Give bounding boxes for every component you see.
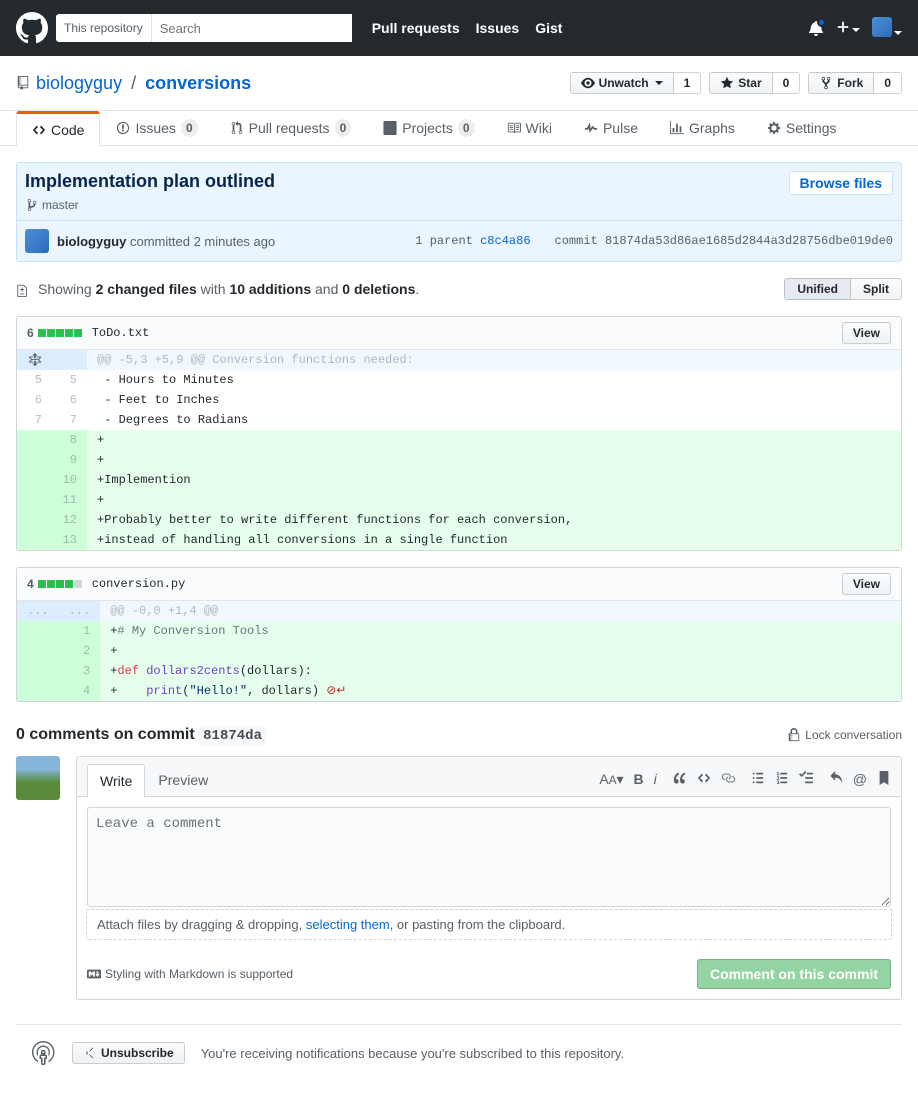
diff-summary: Showing 2 changed files with 10 addition… — [16, 278, 902, 300]
comment-form: Write Preview AA▾ B i — [16, 756, 902, 1000]
diff-line: 10+Implemention — [17, 470, 901, 490]
search-scope[interactable]: This repository — [56, 14, 152, 42]
header-search: This repository — [56, 14, 352, 42]
nav-pull-requests[interactable]: Pull requests — [372, 20, 460, 36]
user-menu[interactable] — [872, 17, 902, 40]
repo-icon — [16, 76, 30, 90]
comments-header: 0 comments on commit 81874da Lock conver… — [16, 726, 902, 744]
code-icon[interactable] — [697, 771, 711, 788]
file-name[interactable]: ToDo.txt — [92, 326, 150, 340]
commit-time: 2 minutes ago — [194, 234, 276, 249]
tab-issues[interactable]: Issues0 — [100, 111, 213, 145]
repo-owner-link[interactable]: biologyguy — [36, 73, 122, 93]
view-unified-button[interactable]: Unified — [784, 278, 851, 300]
bookmark-icon[interactable] — [877, 771, 891, 788]
text-size-icon[interactable]: AA▾ — [599, 771, 623, 788]
comment-tab-write[interactable]: Write — [87, 764, 145, 797]
create-new-icon[interactable] — [836, 20, 860, 37]
view-file-button[interactable]: View — [842, 573, 891, 595]
commit-summary: Implementation plan outlined master Brow… — [16, 162, 902, 262]
nav-gist[interactable]: Gist — [535, 20, 562, 36]
stars-count[interactable]: 0 — [773, 72, 801, 94]
repo-separator: / — [131, 73, 136, 93]
broadcast-icon — [32, 1041, 56, 1065]
italic-icon[interactable]: i — [654, 771, 657, 788]
mention-icon[interactable]: @ — [853, 771, 867, 788]
unsubscribe-button[interactable]: Unsubscribe — [72, 1042, 185, 1064]
view-split-button[interactable]: Split — [851, 278, 902, 300]
diff-icon — [16, 283, 30, 297]
subscription-text: You're receiving notifications because y… — [201, 1046, 624, 1061]
numbered-list-icon[interactable] — [775, 771, 789, 788]
comment-tab-preview[interactable]: Preview — [145, 763, 221, 796]
diff-table: @@ -5,3 +5,9 @@ Conversion functions nee… — [17, 350, 901, 550]
markdown-hint[interactable]: Styling with Markdown is supported — [87, 967, 293, 981]
nav-issues[interactable]: Issues — [476, 20, 520, 36]
link-icon[interactable] — [721, 771, 735, 788]
diff-file: 4 conversion.py View ......@@ -0,0 +1,4 … — [16, 567, 902, 702]
tab-settings[interactable]: Settings — [751, 111, 853, 145]
bullet-list-icon[interactable] — [751, 771, 765, 788]
repo-tabs: Code Issues0 Pull requests0 Projects0 Wi… — [0, 111, 918, 146]
commit-sha: commit 81874da53d86ae1685d2844a3d28756db… — [555, 234, 893, 248]
view-file-button[interactable]: View — [842, 322, 891, 344]
diff-file: 6 ToDo.txt View @@ -5,3 +5,9 @@ Conversi… — [16, 316, 902, 551]
github-logo-icon[interactable] — [16, 12, 48, 44]
diff-line: 4+ print("Hello!", dollars) ⊘↵ — [17, 681, 901, 701]
diff-line: 12+Probably better to write different fu… — [17, 510, 901, 530]
diff-line: 2+ — [17, 641, 901, 661]
bold-icon[interactable]: B — [634, 771, 644, 788]
diffstat: 4 — [27, 577, 82, 591]
task-list-icon[interactable] — [799, 771, 813, 788]
diff-line: 77 - Degrees to Radians — [17, 410, 901, 430]
author-link[interactable]: biologyguy — [57, 234, 126, 249]
current-user-avatar[interactable] — [16, 756, 60, 800]
markdown-toolbar: AA▾ B i — [599, 771, 891, 788]
diff-line: 1+# My Conversion Tools — [17, 621, 901, 641]
author-avatar[interactable] — [25, 229, 49, 253]
diffstat: 6 — [27, 326, 82, 340]
comment-textarea[interactable] — [87, 807, 891, 907]
diff-line: 9+ — [17, 450, 901, 470]
tab-pull-requests[interactable]: Pull requests0 — [214, 111, 368, 145]
lock-conversation-link[interactable]: Lock conversation — [787, 728, 902, 742]
attach-hint: Attach files by dragging & dropping, sel… — [86, 909, 892, 940]
tab-pulse[interactable]: Pulse — [568, 111, 654, 145]
unfold-icon[interactable] — [28, 353, 42, 367]
avatar-icon — [872, 17, 892, 37]
tab-code[interactable]: Code — [16, 111, 100, 146]
branch-label[interactable]: master — [25, 198, 275, 220]
diff-line: 8+ — [17, 430, 901, 450]
diff-table: ......@@ -0,0 +1,4 @@ 1+# My Conversion … — [17, 601, 901, 701]
diff-line: 66 - Feet to Inches — [17, 390, 901, 410]
unwatch-button[interactable]: Unwatch — [570, 72, 674, 94]
diff-line: 13+instead of handling all conversions i… — [17, 530, 901, 550]
star-button[interactable]: Star — [709, 72, 772, 94]
commit-title: Implementation plan outlined — [25, 171, 275, 192]
fork-button[interactable]: Fork — [808, 72, 874, 94]
search-input[interactable] — [152, 14, 352, 42]
global-header: This repository Pull requests Issues Gis… — [0, 0, 918, 56]
repo-name-link[interactable]: conversions — [145, 73, 251, 93]
browse-files-button[interactable]: Browse files — [789, 171, 893, 195]
forks-count[interactable]: 0 — [874, 72, 902, 94]
comment-submit-button[interactable]: Comment on this commit — [697, 959, 891, 989]
tab-graphs[interactable]: Graphs — [654, 111, 751, 145]
repo-header: biologyguy / conversions Unwatch 1 Star … — [0, 56, 918, 111]
diff-line: 3+def dollars2cents(dollars): — [17, 661, 901, 681]
parent-sha: 1 parent c8c4a86 — [415, 234, 530, 248]
file-name[interactable]: conversion.py — [92, 577, 186, 591]
tab-projects[interactable]: Projects0 — [367, 111, 490, 145]
changed-files-link[interactable]: 2 changed files — [96, 281, 197, 297]
header-nav: Pull requests Issues Gist — [372, 20, 563, 36]
diff-line: 55 - Hours to Minutes — [17, 370, 901, 390]
quote-icon[interactable] — [673, 771, 687, 788]
diff-line: 11+ — [17, 490, 901, 510]
notifications-icon[interactable] — [808, 20, 824, 36]
watchers-count[interactable]: 1 — [674, 72, 702, 94]
tab-wiki[interactable]: Wiki — [491, 111, 568, 145]
select-files-link[interactable]: selecting them — [306, 917, 390, 932]
reply-icon[interactable] — [829, 771, 843, 788]
subscription-row: Unsubscribe You're receiving notificatio… — [16, 1024, 902, 1081]
